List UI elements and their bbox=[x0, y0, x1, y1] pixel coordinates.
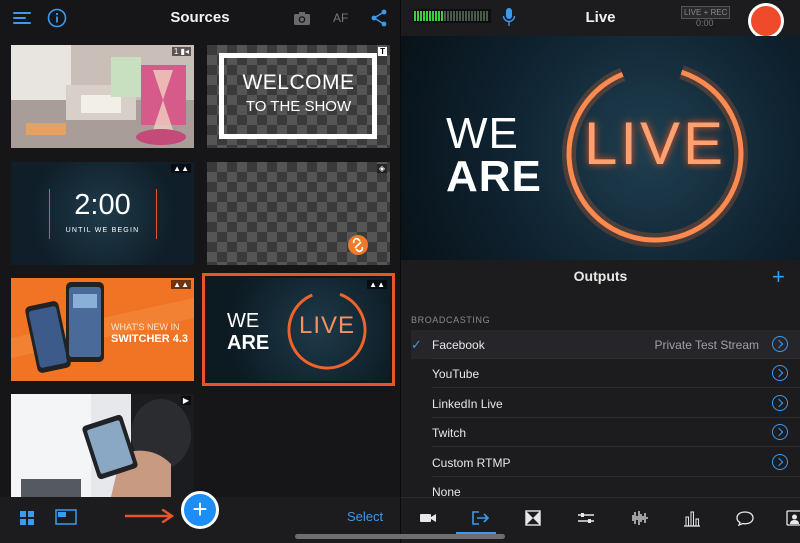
chevron-right-icon[interactable] bbox=[772, 424, 788, 440]
chevron-right-icon[interactable] bbox=[772, 336, 788, 352]
phone-video-image bbox=[11, 394, 194, 497]
whats-new-title: SWITCHER 4.3 bbox=[111, 333, 189, 345]
source-tile-welcome[interactable]: WELCOME TO THE SHOW T bbox=[207, 45, 390, 148]
source-tile-camera[interactable]: 1 ▮◂ bbox=[11, 45, 194, 148]
add-source-button[interactable]: + bbox=[181, 491, 219, 529]
output-name: LinkedIn Live bbox=[432, 397, 503, 411]
source-tile-phone-video[interactable]: ▶ bbox=[11, 394, 194, 497]
chevron-right-icon[interactable] bbox=[772, 454, 788, 470]
image-badge: ▲▲ bbox=[171, 280, 191, 289]
welcome-subtitle: TO THE SHOW bbox=[245, 98, 352, 115]
title-frame bbox=[219, 53, 377, 139]
tab-guests-icon[interactable] bbox=[785, 508, 800, 528]
output-detail: Private Test Stream bbox=[654, 338, 759, 352]
tab-outputs-icon[interactable] bbox=[470, 508, 490, 528]
countdown-caption: UNTIL WE BEGIN bbox=[65, 227, 140, 234]
tile-live-text: LIVE bbox=[298, 312, 356, 339]
tab-comments-icon[interactable] bbox=[735, 508, 755, 528]
output-name: YouTube bbox=[432, 367, 480, 381]
preview-live-text: LIVE bbox=[583, 110, 727, 177]
video-badge: ▶ bbox=[180, 396, 191, 405]
layers-badge: ◈ bbox=[376, 164, 387, 173]
add-output-button[interactable]: + bbox=[772, 264, 785, 290]
image-badge: ▲▲ bbox=[171, 164, 191, 173]
home-indicator bbox=[295, 534, 505, 539]
sources-toolbar: Sources AF bbox=[0, 0, 400, 36]
camera-feed-image bbox=[11, 45, 194, 148]
output-row-twitch[interactable]: Twitch bbox=[411, 418, 800, 447]
tab-audio-icon[interactable] bbox=[629, 508, 649, 528]
whats-new-caption: WHAT'S NEW IN bbox=[111, 322, 180, 332]
camera-icon[interactable] bbox=[292, 8, 312, 28]
sources-panel: Sources AF 1 ▮◂ WELCOME TO THE SHOW T 2:… bbox=[0, 0, 400, 543]
preview-are-text: ARE bbox=[446, 152, 542, 201]
chevron-right-icon[interactable] bbox=[772, 395, 788, 411]
live-preview[interactable]: WE ARE LIVE bbox=[401, 36, 800, 260]
output-name: Facebook bbox=[432, 338, 485, 352]
link-icon bbox=[348, 235, 368, 255]
welcome-title: WELCOME bbox=[242, 71, 355, 94]
multiview-icon[interactable] bbox=[55, 509, 77, 527]
live-panel: Live LIVE + REC 0:00 WE ARE LIVE Outputs… bbox=[401, 0, 800, 543]
share-icon[interactable] bbox=[369, 8, 389, 28]
outputs-title: Outputs bbox=[573, 268, 628, 284]
tab-adjustments-icon[interactable] bbox=[576, 508, 596, 528]
image-badge: ▲▲ bbox=[367, 280, 387, 289]
title-badge: T bbox=[378, 47, 387, 56]
camera-badge: 1 ▮◂ bbox=[171, 47, 191, 56]
source-tile-transparent[interactable]: ◈ bbox=[207, 162, 390, 265]
tile-are-text: ARE bbox=[227, 332, 270, 354]
chevron-right-icon[interactable] bbox=[772, 365, 788, 381]
tab-stats-icon[interactable] bbox=[682, 508, 702, 528]
tab-camera-icon[interactable] bbox=[418, 508, 438, 528]
broadcasting-section-header: BROADCASTING bbox=[411, 315, 491, 325]
record-timer: 0:00 bbox=[696, 18, 714, 28]
checkmark-icon: ✓ bbox=[411, 337, 422, 352]
output-name: Custom RTMP bbox=[432, 456, 511, 470]
output-row-youtube[interactable]: YouTube bbox=[411, 359, 800, 388]
source-tile-whats-new[interactable]: WHAT'S NEW IN SWITCHER 4.3 ▲▲ bbox=[11, 278, 194, 381]
output-row-custom-rtmp[interactable]: Custom RTMP bbox=[411, 448, 800, 477]
grid-view-icon[interactable] bbox=[19, 510, 35, 526]
output-row-linkedin[interactable]: LinkedIn Live bbox=[411, 389, 800, 418]
tab-transitions-icon[interactable] bbox=[523, 508, 543, 528]
record-dot-icon bbox=[751, 6, 781, 36]
record-button[interactable] bbox=[748, 3, 784, 39]
live-title: Live bbox=[585, 9, 616, 26]
output-name: Twitch bbox=[432, 426, 467, 440]
source-tile-countdown[interactable]: 2:00 UNTIL WE BEGIN ▲▲ bbox=[11, 162, 194, 265]
output-row-facebook[interactable]: ✓ Facebook Private Test Stream bbox=[411, 330, 800, 359]
select-button[interactable]: Select bbox=[347, 509, 383, 524]
arrow-right-icon bbox=[125, 509, 175, 523]
output-row-none[interactable]: None bbox=[411, 477, 800, 499]
tile-we-text: WE bbox=[227, 310, 260, 332]
source-tile-we-are-live[interactable]: WE ARE LIVE ▲▲ bbox=[202, 273, 395, 386]
autofocus-button[interactable]: AF bbox=[333, 11, 348, 25]
countdown-time: 2:00 bbox=[74, 189, 131, 221]
